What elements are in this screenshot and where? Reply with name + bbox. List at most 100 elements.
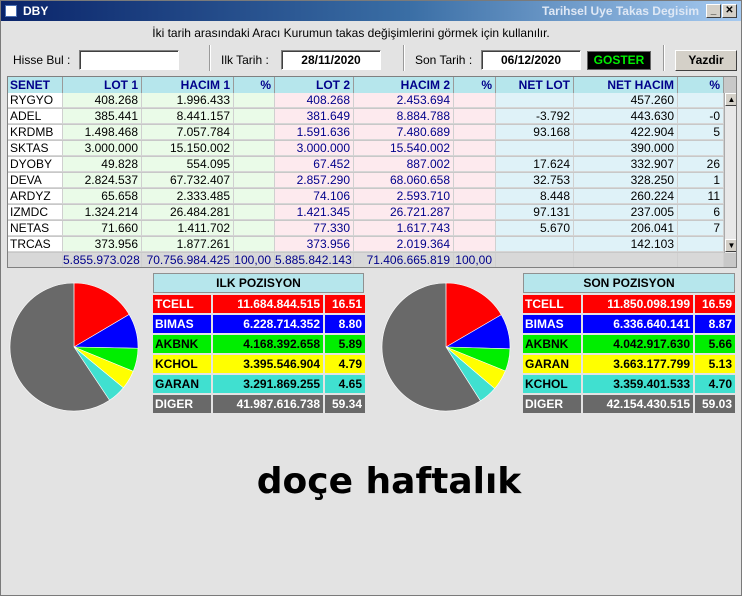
table-cell[interactable]: 8.441.157	[142, 109, 234, 124]
column-header[interactable]: NET LOT	[496, 77, 574, 93]
table-cell[interactable]	[454, 141, 496, 156]
column-header[interactable]: %	[454, 77, 496, 93]
table-cell[interactable]: 7.057.784	[142, 125, 234, 140]
symbol-cell[interactable]: RYGYO	[8, 93, 63, 108]
table-cell[interactable]: 17.624	[496, 157, 574, 172]
table-cell[interactable]: 142.103	[574, 237, 678, 252]
table-cell[interactable]: 1.996.433	[142, 93, 234, 108]
end-date-input[interactable]: 06/12/2020	[481, 50, 581, 70]
table-cell[interactable]: 1.617.743	[354, 221, 454, 236]
table-cell[interactable]: 408.268	[275, 93, 354, 108]
table-cell[interactable]	[678, 93, 724, 108]
table-cell[interactable]: 2.593.710	[354, 189, 454, 204]
table-cell[interactable]: 385.441	[63, 109, 142, 124]
table-cell[interactable]: 1.324.214	[63, 205, 142, 220]
table-cell[interactable]	[496, 141, 574, 156]
table-cell[interactable]	[454, 93, 496, 108]
table-cell[interactable]	[496, 237, 574, 252]
table-cell[interactable]: 1.498.468	[63, 125, 142, 140]
table-cell[interactable]: 26.484.281	[142, 205, 234, 220]
symbol-cell[interactable]: ARDYZ	[8, 189, 63, 204]
column-header[interactable]: LOT 1	[63, 77, 142, 93]
table-cell[interactable]: 26	[678, 157, 724, 172]
table-cell[interactable]: 2.333.485	[142, 189, 234, 204]
table-cell[interactable]: 15.150.002	[142, 141, 234, 156]
table-cell[interactable]: 7	[678, 221, 724, 236]
table-cell[interactable]	[234, 109, 275, 124]
column-header[interactable]: %	[234, 77, 275, 93]
table-cell[interactable]	[234, 173, 275, 188]
table-cell[interactable]	[234, 205, 275, 220]
search-input[interactable]	[79, 50, 179, 70]
table-cell[interactable]: 5	[678, 125, 724, 140]
column-header[interactable]: HACIM 1	[142, 77, 234, 93]
table-cell[interactable]: 7.480.689	[354, 125, 454, 140]
table-cell[interactable]: 68.060.658	[354, 173, 454, 188]
column-header[interactable]: %	[678, 77, 724, 93]
table-cell[interactable]: 2.453.694	[354, 93, 454, 108]
column-header[interactable]: LOT 2	[275, 77, 354, 93]
table-cell[interactable]: 77.330	[275, 221, 354, 236]
symbol-cell[interactable]: DYOBY	[8, 157, 63, 172]
table-cell[interactable]: 554.095	[142, 157, 234, 172]
table-cell[interactable]: 1.411.702	[142, 221, 234, 236]
symbol-cell[interactable]: KRDMB	[8, 125, 63, 140]
table-cell[interactable]	[454, 125, 496, 140]
column-header[interactable]: SENET	[8, 77, 63, 93]
vertical-scrollbar[interactable]: ▲ ▼	[724, 93, 736, 253]
scroll-up-icon[interactable]: ▲	[725, 93, 736, 106]
table-cell[interactable]: 328.250	[574, 173, 678, 188]
table-cell[interactable]: 5.670	[496, 221, 574, 236]
table-cell[interactable]: 206.041	[574, 221, 678, 236]
table-cell[interactable]: 1.591.636	[275, 125, 354, 140]
symbol-cell[interactable]: IZMDC	[8, 205, 63, 220]
table-cell[interactable]	[234, 237, 275, 252]
table-cell[interactable]	[454, 189, 496, 204]
table-cell[interactable]	[234, 157, 275, 172]
table-cell[interactable]	[454, 205, 496, 220]
table-cell[interactable]: 32.753	[496, 173, 574, 188]
column-header[interactable]: HACIM 2	[354, 77, 454, 93]
table-cell[interactable]	[454, 237, 496, 252]
table-cell[interactable]: 26.721.287	[354, 205, 454, 220]
close-button[interactable]: ✕	[722, 4, 737, 18]
table-cell[interactable]: 381.649	[275, 109, 354, 124]
table-cell[interactable]: 1.877.261	[142, 237, 234, 252]
print-button[interactable]: Yazdir	[675, 50, 737, 71]
table-cell[interactable]: 373.956	[63, 237, 142, 252]
title-bar[interactable]: DBY Tarihsel Uye Takas Degisim _ ✕	[1, 1, 741, 21]
table-cell[interactable]: 67.732.407	[142, 173, 234, 188]
table-cell[interactable]: 2.019.364	[354, 237, 454, 252]
table-cell[interactable]	[454, 173, 496, 188]
table-cell[interactable]	[234, 125, 275, 140]
table-cell[interactable]: 15.540.002	[354, 141, 454, 156]
table-cell[interactable]: 237.005	[574, 205, 678, 220]
table-cell[interactable]	[454, 157, 496, 172]
table-cell[interactable]: 71.660	[63, 221, 142, 236]
symbol-cell[interactable]: SKTAS	[8, 141, 63, 156]
table-cell[interactable]: 422.904	[574, 125, 678, 140]
table-cell[interactable]: 443.630	[574, 109, 678, 124]
table-cell[interactable]: 97.131	[496, 205, 574, 220]
column-header[interactable]: NET HACIM	[574, 77, 678, 93]
table-cell[interactable]: 260.224	[574, 189, 678, 204]
table-cell[interactable]	[234, 189, 275, 204]
table-cell[interactable]: 2.857.290	[275, 173, 354, 188]
table-cell[interactable]: 408.268	[63, 93, 142, 108]
symbol-cell[interactable]: TRCAS	[8, 237, 63, 252]
table-cell[interactable]: 67.452	[275, 157, 354, 172]
table-cell[interactable]	[454, 221, 496, 236]
table-cell[interactable]: 6	[678, 205, 724, 220]
table-cell[interactable]: 1.421.345	[275, 205, 354, 220]
table-cell[interactable]: -3.792	[496, 109, 574, 124]
table-cell[interactable]: 93.168	[496, 125, 574, 140]
table-cell[interactable]	[234, 93, 275, 108]
scroll-down-icon[interactable]: ▼	[725, 239, 736, 252]
table-cell[interactable]: 2.824.537	[63, 173, 142, 188]
start-date-input[interactable]: 28/11/2020	[281, 50, 381, 70]
table-cell[interactable]: 11	[678, 189, 724, 204]
table-cell[interactable]: 887.002	[354, 157, 454, 172]
minimize-button[interactable]: _	[706, 4, 721, 18]
table-cell[interactable]: 8.448	[496, 189, 574, 204]
table-cell[interactable]: 74.106	[275, 189, 354, 204]
